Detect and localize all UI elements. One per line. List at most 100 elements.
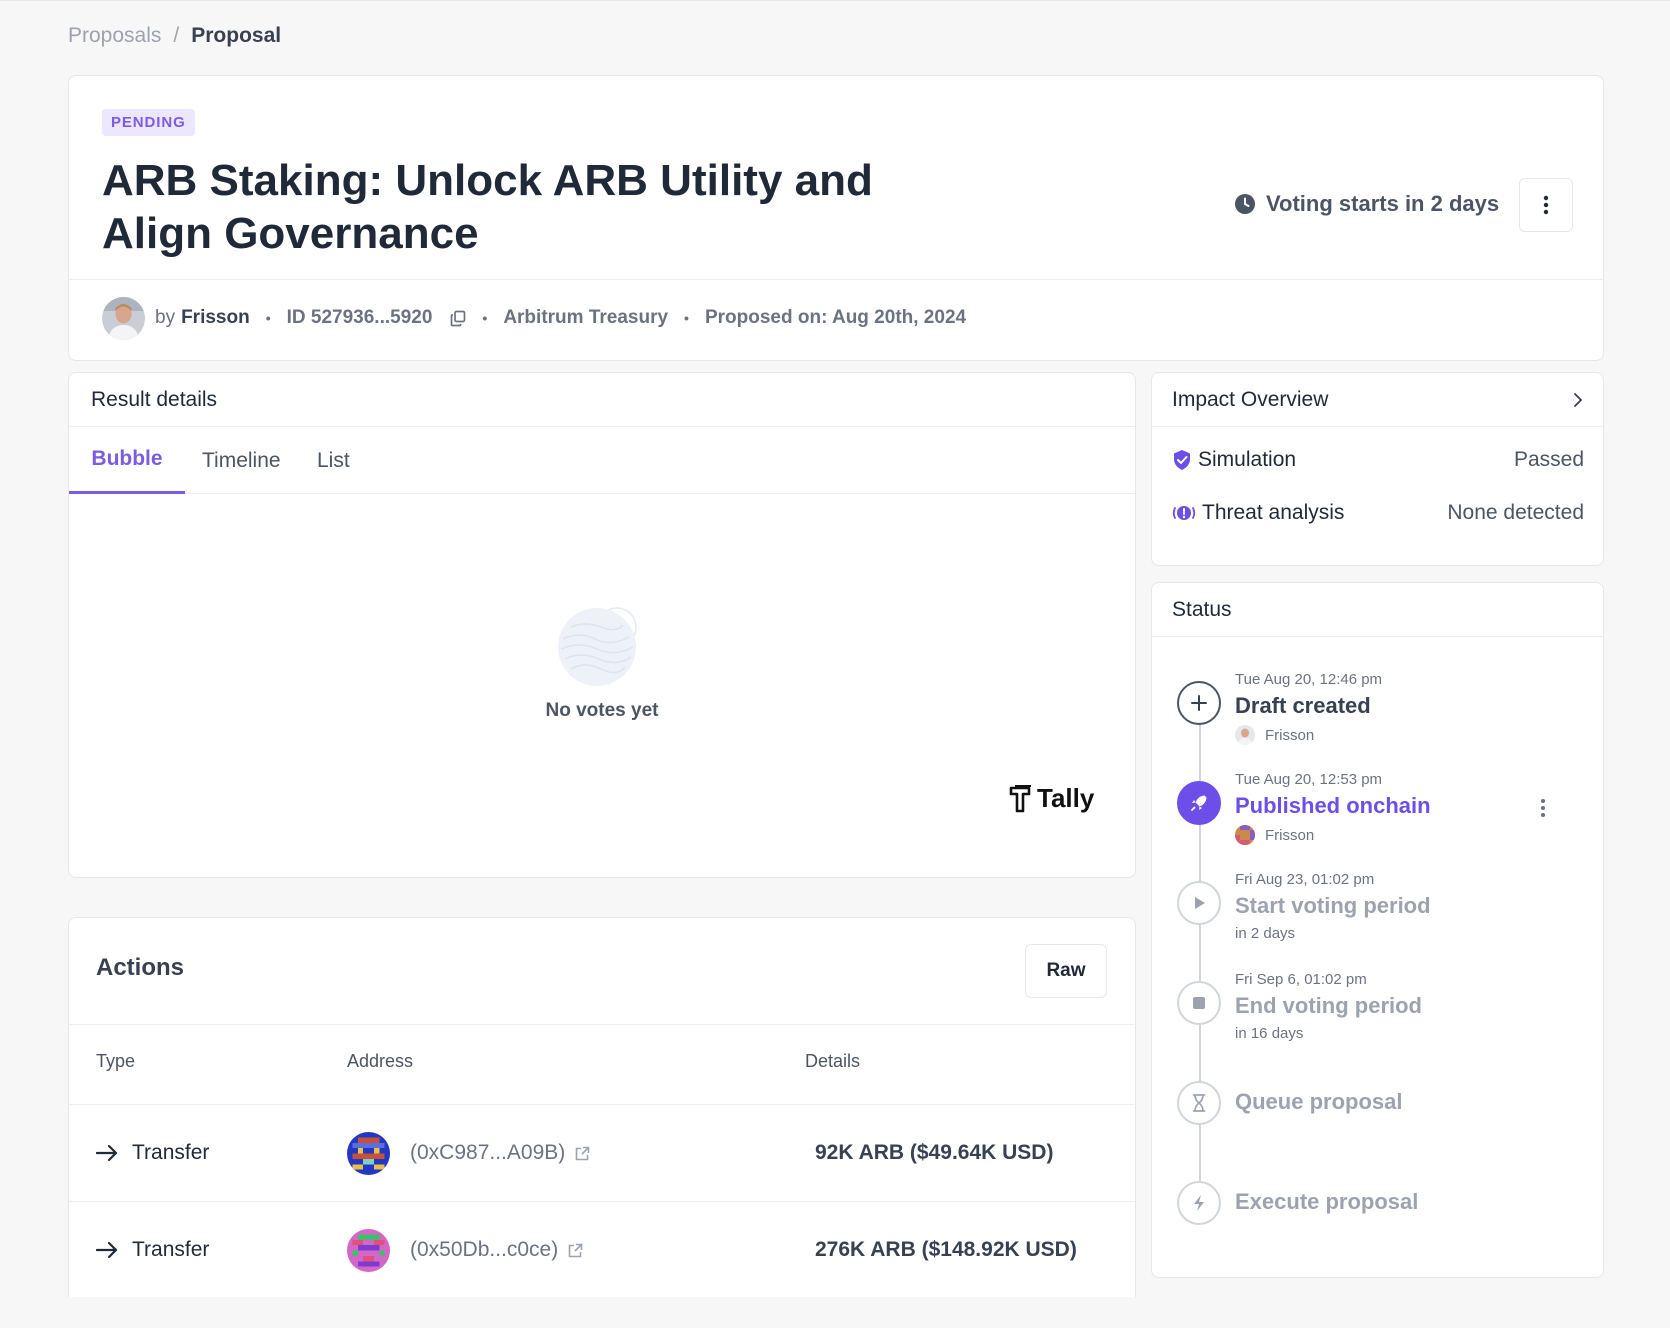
threat-analysis-value: None detected (1447, 501, 1584, 524)
simulation-label: Simulation (1198, 448, 1297, 471)
step-author: Frisson (1235, 825, 1314, 845)
plus-icon (1177, 681, 1221, 725)
step-name: End voting period (1235, 993, 1422, 1018)
step-author-name[interactable]: Frisson (1265, 727, 1314, 744)
action-type: Transfer (96, 1202, 209, 1298)
no-votes-text: No votes yet (545, 700, 659, 721)
vertical-dots-icon (1543, 195, 1549, 215)
action-type-label: Transfer (132, 1141, 210, 1164)
result-details-card: Result details Bubble Timeline List No v… (68, 372, 1136, 878)
rocket-icon (1177, 781, 1221, 825)
action-type-label: Transfer (132, 1238, 210, 1261)
header-divider (69, 279, 1603, 280)
meta-separator: • (265, 310, 271, 326)
impact-overview-card: Impact Overview Simulation Passed Threat… (1151, 372, 1604, 566)
tally-brand-text: Tally (1037, 783, 1095, 813)
actions-card: Actions Raw Type Address Details Transfe… (68, 917, 1136, 1297)
clock-icon (1234, 193, 1256, 215)
breadcrumb-current: Proposal (191, 24, 282, 47)
action-address: (0x50Db...c0ce) (347, 1202, 583, 1298)
address-avatar (347, 1228, 390, 1272)
meta-separator: • (684, 310, 689, 326)
by-label: by (155, 307, 176, 328)
step-author: Frisson (1235, 725, 1314, 745)
simulation-row: Simulation Passed (1172, 448, 1584, 472)
threat-analysis-row: Threat analysis None detected (1172, 501, 1584, 525)
threat-analysis-label: Threat analysis (1202, 501, 1345, 524)
external-link-icon[interactable] (575, 1146, 590, 1161)
step-options-vertical-dots-icon[interactable] (1540, 798, 1546, 823)
external-link-icon[interactable] (568, 1243, 583, 1258)
step-relative-time: in 16 days (1235, 1025, 1304, 1042)
shield-check-icon (1172, 449, 1192, 471)
step-author-name[interactable]: Frisson (1265, 827, 1314, 844)
bolt-icon (1177, 1181, 1221, 1225)
impact-overview-heading: Impact Overview (1172, 387, 1329, 411)
actions-heading: Actions (96, 954, 185, 981)
tab-list[interactable]: List (317, 427, 350, 494)
impact-overview-header[interactable]: Impact Overview (1152, 373, 1603, 427)
voting-notice: Voting starts in 2 days (1234, 191, 1499, 217)
step-name: Start voting period (1235, 893, 1431, 918)
status-card: Status Tue Aug 20, 12:46 pm Draft create… (1151, 582, 1604, 1278)
actions-divider (69, 1024, 1135, 1025)
simulation-value: Passed (1513, 448, 1584, 471)
arrow-right-icon (96, 1241, 118, 1259)
step-name: Queue proposal (1235, 1089, 1403, 1114)
chevron-right-icon (1573, 392, 1583, 408)
proposal-header-card: PENDING ARB Staking: Unlock ARB Utility … (68, 75, 1604, 361)
proposal-meta: by Frisson • ID 527936...5920 • Arbitrum… (102, 296, 966, 340)
address-link[interactable]: (0xC987...A09B) (410, 1141, 565, 1165)
address-link[interactable]: (0x50Db...c0ce) (410, 1238, 558, 1262)
status-heading: Status (1152, 583, 1603, 637)
step-relative-time: in 2 days (1235, 925, 1296, 942)
address-avatar (347, 1131, 390, 1175)
author-name[interactable]: Frisson (181, 307, 250, 329)
step-date: Fri Sep 6, 01:02 pm (1235, 971, 1367, 988)
tally-logo: Tally (1009, 783, 1094, 814)
result-details-heading: Result details (69, 373, 1135, 427)
empty-state: No votes yet (69, 603, 1135, 722)
column-header-type: Type (96, 1051, 136, 1071)
breadcrumb: Proposals / Proposal (68, 24, 281, 48)
tally-logo-icon (1009, 784, 1033, 813)
step-name: Draft created (1235, 693, 1371, 718)
author-avatar[interactable] (102, 296, 145, 340)
result-tabs: Bubble Timeline List (69, 427, 1135, 494)
proposed-on-date: Proposed on: Aug 20th, 2024 (704, 307, 967, 328)
step-date: Fri Aug 23, 01:02 pm (1235, 871, 1375, 888)
play-icon (1177, 881, 1221, 925)
column-header-address: Address (347, 1051, 414, 1071)
table-row[interactable]: Transfer (0x50Db...c0ce) 276K ARB ($148.… (69, 1202, 1135, 1298)
proposal-title: ARB Staking: Unlock ARB Utility and Alig… (102, 156, 873, 258)
organization-name[interactable]: Arbitrum Treasury (503, 307, 668, 329)
status-badge: PENDING (102, 109, 195, 136)
step-date: Tue Aug 20, 12:53 pm (1235, 771, 1383, 788)
proposal-id: ID 527936...5920 (286, 307, 433, 328)
copy-icon[interactable] (450, 310, 466, 327)
breadcrumb-separator: / (173, 24, 180, 47)
empty-votes-illustration-icon (557, 603, 647, 692)
step-name: Execute proposal (1235, 1189, 1419, 1214)
author-avatar (1235, 725, 1255, 745)
raw-button[interactable]: Raw (1025, 944, 1107, 998)
stop-icon (1177, 981, 1221, 1025)
action-details: 92K ARB ($49.64K USD) (815, 1141, 1054, 1164)
hourglass-icon (1177, 1081, 1221, 1125)
breadcrumb-proposals-link[interactable]: Proposals (68, 24, 161, 48)
top-border (0, 0, 1670, 1)
voting-notice-text: Voting starts in 2 days (1266, 191, 1500, 216)
table-row[interactable]: Transfer (0xC987...A09B) 92K ARB ($49.64… (69, 1105, 1135, 1201)
more-options-button[interactable] (1519, 178, 1573, 232)
action-type: Transfer (96, 1105, 209, 1201)
step-name: Published onchain (1235, 793, 1431, 818)
arrow-right-icon (96, 1144, 118, 1162)
alert-circle-icon (1172, 503, 1196, 523)
tab-timeline[interactable]: Timeline (202, 427, 281, 494)
tab-bubble[interactable]: Bubble (69, 427, 185, 494)
action-address: (0xC987...A09B) (347, 1105, 590, 1201)
meta-separator: • (482, 310, 488, 326)
author-avatar (1235, 825, 1255, 845)
step-date: Tue Aug 20, 12:46 pm (1235, 671, 1383, 688)
action-details: 276K ARB ($148.92K USD) (815, 1238, 1077, 1261)
